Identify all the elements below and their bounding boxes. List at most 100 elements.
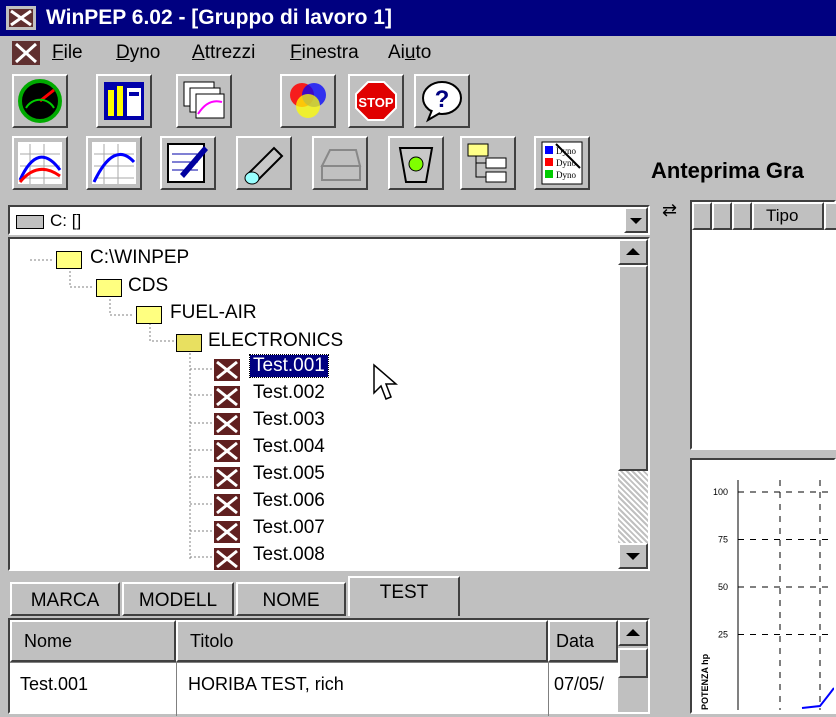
chart-svg: 100 75 50 25 POTENZA hp bbox=[700, 480, 835, 710]
y-tick-label: 100 bbox=[713, 487, 728, 497]
flashlight-button[interactable] bbox=[236, 136, 292, 190]
column-header-blank[interactable] bbox=[712, 202, 732, 230]
flashlight-icon bbox=[244, 146, 284, 185]
test-file-icon bbox=[214, 440, 240, 462]
test-file-icon bbox=[214, 386, 240, 408]
app-icon[interactable] bbox=[6, 6, 36, 30]
tree-file-item[interactable]: Test.005 bbox=[250, 463, 328, 485]
test-grid: Nome Titolo Data Test.001 HORIBA TEST, r… bbox=[8, 618, 650, 716]
tab-marca[interactable]: MARCA bbox=[10, 582, 120, 616]
title-bar: WinPEP 6.02 - [Gruppo di lavoro 1] bbox=[0, 0, 836, 36]
tab-test[interactable]: TEST bbox=[348, 576, 460, 616]
scroll-down-button[interactable] bbox=[618, 543, 648, 569]
gauge-icon bbox=[18, 79, 62, 123]
windows-icon bbox=[183, 81, 225, 119]
tree-file-item[interactable]: Test.007 bbox=[250, 517, 328, 539]
drive-select[interactable]: C: [] bbox=[8, 205, 650, 235]
tab-strip: MARCA MODELL NOME TEST bbox=[8, 576, 650, 618]
scroll-thumb[interactable] bbox=[618, 648, 648, 678]
tree-scrollbar[interactable] bbox=[618, 239, 648, 569]
tree-file-item[interactable]: Test.004 bbox=[250, 436, 328, 458]
y-tick-label: 50 bbox=[718, 582, 728, 592]
printer-icon bbox=[320, 149, 362, 181]
folder-icon bbox=[56, 251, 82, 269]
trash-icon bbox=[398, 147, 434, 183]
drive-dropdown-button[interactable] bbox=[624, 207, 648, 233]
column-header-blank[interactable] bbox=[732, 202, 752, 230]
curve-red-blue-icon bbox=[18, 142, 62, 184]
test-file-icon bbox=[214, 359, 240, 381]
tree-file-item[interactable]: Test.001 bbox=[249, 354, 329, 378]
color-wheel-icon bbox=[290, 83, 326, 118]
tree-file-item[interactable]: Test.003 bbox=[250, 409, 328, 431]
arrow-up-icon bbox=[626, 248, 640, 255]
scroll-up-button[interactable] bbox=[618, 239, 648, 265]
cell-nome: Test.001 bbox=[20, 674, 89, 694]
tree-view-button[interactable] bbox=[460, 136, 516, 190]
col-divider bbox=[176, 662, 177, 716]
arrow-down-icon bbox=[626, 553, 640, 560]
color-wheel-button[interactable] bbox=[280, 74, 336, 128]
menu-attrezzi[interactable]: Attrezzi bbox=[192, 42, 255, 64]
windows-button[interactable] bbox=[176, 74, 232, 128]
help-text: ? bbox=[435, 86, 450, 113]
tree-node-fuel-air[interactable]: FUEL-AIR bbox=[170, 302, 257, 324]
col-divider bbox=[548, 662, 549, 716]
y-tick-label: 25 bbox=[718, 630, 728, 640]
bars-button[interactable] bbox=[96, 74, 152, 128]
scroll-thumb[interactable] bbox=[618, 265, 648, 471]
tab-nome[interactable]: NOME bbox=[236, 582, 346, 616]
tab-modell[interactable]: MODELL bbox=[122, 582, 234, 616]
test-file-icon bbox=[214, 521, 240, 543]
tree-file-item[interactable]: Test.006 bbox=[250, 490, 328, 512]
curve-blue-button[interactable] bbox=[86, 136, 142, 190]
tree-file-item[interactable]: Test.002 bbox=[250, 382, 328, 404]
tree-file-item[interactable]: Test.008 bbox=[250, 544, 328, 566]
grid-scrollbar[interactable] bbox=[618, 620, 648, 712]
preview-list-panel: Tipo bbox=[690, 200, 836, 450]
test-file-icon bbox=[214, 413, 240, 435]
mouse-cursor-icon bbox=[373, 363, 398, 400]
edit-sheet-button[interactable] bbox=[160, 136, 216, 190]
menu-finestra[interactable]: Finestra bbox=[290, 42, 359, 64]
window-title: WinPEP 6.02 - [Gruppo di lavoro 1] bbox=[46, 6, 392, 29]
preview-label: Anteprima Gra bbox=[651, 158, 804, 183]
trash-button[interactable] bbox=[388, 136, 444, 190]
column-header-tipo[interactable]: Tipo bbox=[752, 202, 824, 230]
menu-aiuto[interactable]: Aiuto bbox=[388, 42, 431, 64]
drive-icon bbox=[16, 215, 44, 229]
tree-node-winpep[interactable]: C:\WINPEP bbox=[90, 247, 189, 269]
curve-red-blue-button[interactable] bbox=[12, 136, 68, 190]
power-curve bbox=[801, 687, 835, 709]
test-file-icon bbox=[214, 467, 240, 489]
printer-button[interactable] bbox=[312, 136, 368, 190]
open-folder-icon bbox=[176, 334, 202, 352]
table-row[interactable]: Test.001 HORIBA TEST, rich 07/05/ bbox=[10, 620, 618, 710]
arrow-up-icon bbox=[626, 629, 640, 636]
help-icon: ? bbox=[422, 81, 462, 123]
directory-tree: C:\WINPEP CDS FUEL-AIR ELECTRONICS Test.… bbox=[8, 237, 650, 571]
tree-node-cds[interactable]: CDS bbox=[128, 275, 168, 297]
dyno-text-2: Dyno bbox=[556, 158, 576, 168]
stop-icon: STOP bbox=[355, 81, 397, 121]
test-file-icon bbox=[214, 494, 240, 516]
scroll-up-button[interactable] bbox=[618, 620, 648, 646]
scroll-track[interactable] bbox=[618, 471, 648, 543]
document-icon[interactable] bbox=[12, 41, 40, 65]
dyno-list-button[interactable]: Dyno Dyno Dyno bbox=[534, 136, 590, 190]
dyno-list-icon: DynoDynoDyno bbox=[541, 141, 583, 185]
chevron-down-icon bbox=[630, 218, 642, 224]
gauge-button[interactable] bbox=[12, 74, 68, 128]
cell-data: 07/05/ bbox=[554, 674, 605, 694]
help-button[interactable]: ? bbox=[414, 74, 470, 128]
menu-dyno[interactable]: Dyno bbox=[116, 42, 160, 64]
folder-icon bbox=[136, 306, 162, 324]
menu-file[interactable]: File bbox=[52, 42, 83, 64]
y-axis-label: POTENZA hp bbox=[700, 653, 710, 710]
column-header-blank[interactable] bbox=[824, 202, 836, 230]
swap-icon[interactable]: ⇄ bbox=[662, 200, 677, 221]
drive-label: C: [] bbox=[50, 211, 82, 230]
tree-node-electronics[interactable]: ELECTRONICS bbox=[208, 330, 343, 352]
stop-button[interactable]: STOP bbox=[348, 74, 404, 128]
column-header-blank[interactable] bbox=[692, 202, 712, 230]
